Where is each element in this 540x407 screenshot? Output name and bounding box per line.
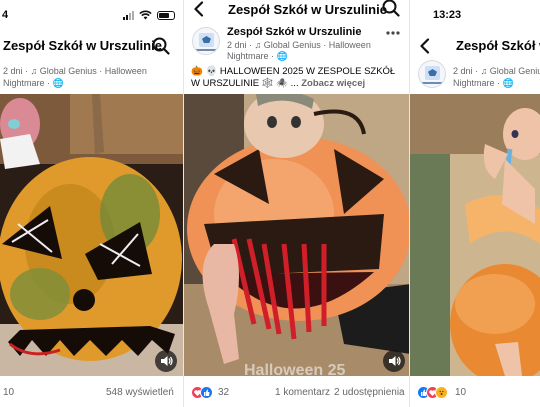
post-meta-line1: 2 dni · ♫ Global Genius · Halloween — [3, 66, 147, 76]
status-bar: 13:23 — [410, 0, 540, 28]
see-more-link[interactable]: Zobacz więcej — [301, 78, 365, 89]
pumpkin-video-image — [0, 94, 183, 376]
post-header: Zespół Szkół w Urszulinie — [184, 0, 409, 26]
share-count[interactable]: 2 udostępnienia — [334, 387, 405, 398]
page-avatar[interactable] — [418, 60, 446, 88]
view-count: 548 wyświetleń — [106, 387, 174, 398]
post-footer: 10 — [410, 382, 540, 404]
video-panel-center: Zespół Szkół w Urszulinie Zespół Szkół w… — [183, 0, 410, 407]
speaker-icon[interactable] — [383, 350, 405, 372]
reaction-count[interactable]: 10 — [455, 387, 466, 398]
more-horizontal-icon[interactable] — [382, 22, 404, 44]
post-footer: 32 1 komentarz 2 udostępnienia — [184, 382, 409, 404]
page-name[interactable]: Zespół Szkół w Urszulinie — [3, 38, 162, 53]
pumpkin-baby-doll-video-image — [410, 94, 540, 376]
wow-reaction-icon — [435, 386, 448, 399]
pumpkin-doll-video-image — [184, 94, 409, 376]
video-frame[interactable]: Halloween 25 — [184, 94, 409, 376]
system-icons — [123, 10, 175, 20]
video-overlay-text: Halloween 25 — [244, 362, 346, 376]
reaction-count[interactable]: 32 — [218, 387, 229, 398]
caption-line2: W URSZULINIE 🕸️ 🕷️ ... — [191, 78, 299, 89]
caption-line1: 🎃 💀 HALLOWEEN 2025 W ZESPOLE SZKÓŁ — [191, 66, 396, 77]
post-meta-line2: Nightmare · 🌐 — [453, 78, 514, 88]
page-name[interactable]: Zespół Szkół w Urszulinie — [227, 26, 361, 38]
video-frame[interactable] — [410, 94, 540, 376]
chevron-left-icon[interactable] — [188, 0, 210, 20]
search-icon[interactable] — [150, 35, 172, 57]
post-meta-line2: Nightmare · 🌐 — [227, 51, 288, 61]
video-panel-left: 4 Zespół Szkół w Urszulinie 2 dni · ♫ Gl… — [0, 0, 183, 407]
page-name-top[interactable]: Zespół Szkół w Urszulinie — [456, 38, 540, 53]
post-footer: 10 548 wyświetleń — [0, 382, 183, 404]
speaker-icon[interactable] — [155, 350, 177, 372]
reactions-summary[interactable] — [417, 386, 448, 399]
wifi-icon — [139, 10, 152, 20]
post-meta-line2: Nightmare · 🌐 — [3, 78, 64, 88]
page-avatar[interactable] — [192, 27, 220, 55]
comment-count[interactable]: 1 komentarz — [275, 387, 330, 398]
reactions-summary[interactable] — [191, 386, 213, 399]
post-caption: 🎃 💀 HALLOWEEN 2025 W ZESPOLE SZKÓŁ W URS… — [191, 66, 395, 90]
post-header: Zespół Szkół w Urszulinie — [410, 33, 540, 59]
reaction-count[interactable]: 10 — [3, 387, 14, 398]
status-time: 13:23 — [433, 9, 462, 21]
video-frame[interactable] — [0, 94, 183, 376]
video-panel-right: 13:23 Zespół Szkół w Urszulinie 2 dni · … — [410, 0, 540, 407]
signal-icon — [123, 10, 134, 20]
page-name-top[interactable]: Zespół Szkół w Urszulinie — [228, 2, 387, 17]
chevron-left-icon[interactable] — [414, 35, 436, 57]
search-icon[interactable] — [380, 0, 402, 19]
battery-icon — [157, 10, 175, 20]
post-header: Zespół Szkół w Urszulinie — [0, 33, 183, 59]
like-reaction-icon — [200, 386, 213, 399]
status-bar: 4 — [0, 0, 183, 28]
status-time: 4 — [2, 9, 9, 21]
post-meta-line1: 2 dni · ♫ Global Genius · Halloween — [453, 66, 540, 76]
